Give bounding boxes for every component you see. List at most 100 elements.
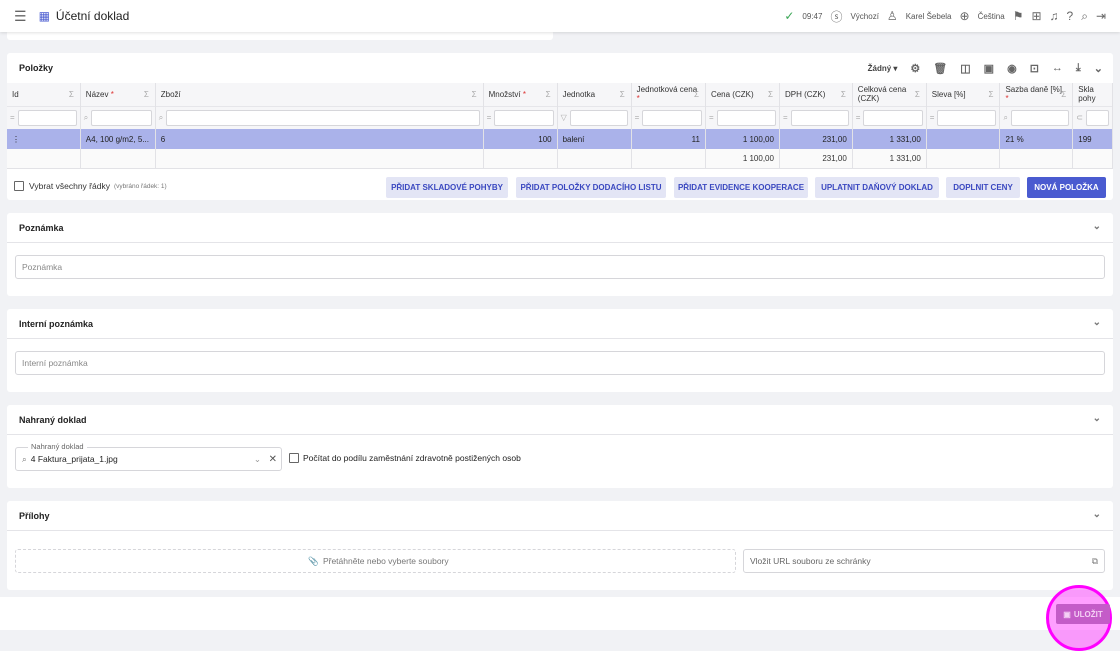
filter-icon[interactable]: = xyxy=(635,113,640,122)
bell-icon[interactable]: ♫ xyxy=(1050,9,1059,23)
sum-icon[interactable]: Σ xyxy=(915,90,920,99)
settings-icon[interactable]: ⚙ xyxy=(910,62,920,75)
filter-icon[interactable]: = xyxy=(487,113,492,122)
table-cell[interactable] xyxy=(926,129,1001,149)
table-cell[interactable]: 231,00 xyxy=(779,129,853,149)
filter-icon[interactable]: = xyxy=(930,113,935,122)
sum-icon[interactable]: Σ xyxy=(989,90,994,99)
filter-icon[interactable]: ⌕ xyxy=(84,113,88,123)
save-button[interactable]: ▣ ULOŽIT xyxy=(1056,604,1110,624)
column-header[interactable]: Skla pohy xyxy=(1072,83,1113,106)
sum-icon[interactable]: Σ xyxy=(546,90,551,99)
sum-icon[interactable]: Σ xyxy=(144,90,149,99)
column-filter-input[interactable] xyxy=(863,109,923,126)
column-filter-input[interactable] xyxy=(1085,109,1109,126)
download-icon[interactable]: ⤓ xyxy=(1076,62,1081,75)
table-cell[interactable]: 199 xyxy=(1072,129,1113,149)
column-filter-input[interactable] xyxy=(91,109,152,126)
table-cell[interactable]: 6 xyxy=(155,129,484,149)
column-filter-input[interactable] xyxy=(166,109,480,126)
table-cell[interactable]: A4, 100 g/m2, 5... xyxy=(80,129,156,149)
sum-icon[interactable]: Σ xyxy=(472,90,477,99)
eye-icon[interactable]: ◉ xyxy=(1007,62,1017,75)
new-item-button[interactable]: NOVÁ POLOŽKA xyxy=(1027,177,1106,198)
column-filter-input[interactable] xyxy=(569,109,628,126)
uploaded-document-select[interactable]: Nahraný doklad ⌕ 4 Faktura_prijata_1.jpg… xyxy=(15,442,282,471)
filter-icon[interactable]: = xyxy=(783,113,788,122)
column-filter-input[interactable] xyxy=(17,109,77,126)
sum-icon[interactable]: Σ xyxy=(69,90,74,99)
columns-icon[interactable]: ◫ xyxy=(960,62,970,75)
table-row[interactable]: ⋮ A4, 100 g/m2, 5... 6 100 balení 11 1 100,00 2… xyxy=(7,129,1113,149)
filter-icon[interactable]: = xyxy=(709,113,714,122)
delete-icon[interactable]: 🗑 xyxy=(933,62,947,75)
add-delivery-items-button[interactable]: PŘIDAT POLOŽKY DODACÍHO LISTU xyxy=(516,177,666,198)
fit-icon[interactable]: ⊡ xyxy=(1030,62,1039,75)
filter-icon[interactable]: ⌕ xyxy=(1003,113,1007,123)
filter-icon[interactable]: = xyxy=(10,113,15,122)
internal-note-input[interactable]: Interní poznámka xyxy=(15,351,1105,375)
sum-icon[interactable]: Σ xyxy=(1061,90,1066,99)
table-cell[interactable]: 1 331,00 xyxy=(852,129,927,149)
column-header[interactable]: Sazba daně [%] * Σ xyxy=(999,83,1074,106)
column-filter-input[interactable] xyxy=(642,109,702,126)
user-menu[interactable]: Karel Šebela xyxy=(906,12,952,21)
column-header[interactable]: Celková cena (CZK) Σ xyxy=(852,83,927,106)
chevron-down-icon[interactable]: ⌄ xyxy=(1093,413,1101,424)
filter-icon[interactable]: ⌕ xyxy=(159,113,163,123)
sum-icon[interactable]: Σ xyxy=(768,90,773,99)
filter-icon[interactable]: ⊂ xyxy=(1076,113,1083,122)
select-all-checkbox[interactable] xyxy=(14,181,24,191)
chevron-down-icon[interactable]: ⌄ xyxy=(1093,317,1101,328)
column-header[interactable]: Množství * Σ xyxy=(483,83,558,106)
table-cell[interactable]: ⋮ xyxy=(7,129,81,149)
sum-icon[interactable]: Σ xyxy=(620,90,625,99)
clear-icon[interactable]: ✕ xyxy=(269,454,277,465)
chevron-down-icon[interactable]: ⌄ xyxy=(1093,221,1101,232)
column-header[interactable]: Název * Σ xyxy=(80,83,156,106)
column-filter-input[interactable] xyxy=(494,109,554,126)
collapse-icon[interactable]: ⌄ xyxy=(1094,62,1103,75)
view-select[interactable]: Žádný ▾ xyxy=(868,64,898,73)
disabled-persons-checkbox[interactable] xyxy=(289,453,299,463)
column-header[interactable]: Jednotková cena * Σ xyxy=(631,83,706,106)
column-header[interactable]: Sleva [%] Σ xyxy=(926,83,1001,106)
table-cell[interactable]: 21 % xyxy=(999,129,1074,149)
filter-icon[interactable]: ▽ xyxy=(561,113,567,122)
column-header[interactable]: Id Σ xyxy=(7,83,81,106)
table-cell[interactable]: balení xyxy=(557,129,632,149)
column-filter-input[interactable] xyxy=(1010,109,1070,126)
column-header[interactable]: Zboží Σ xyxy=(155,83,484,106)
sum-icon[interactable]: Σ xyxy=(694,90,699,99)
gift-icon[interactable]: ⊞ xyxy=(1031,9,1041,23)
column-filter-input[interactable] xyxy=(790,109,849,126)
apply-tax-document-button[interactable]: UPLATNIT DAŇOVÝ DOKLAD xyxy=(815,177,939,198)
layout-icon[interactable]: ▣ xyxy=(984,62,994,75)
column-filter-input[interactable] xyxy=(937,109,997,126)
sum-icon[interactable]: Σ xyxy=(841,90,846,99)
table-cell[interactable]: 1 100,00 xyxy=(705,129,780,149)
add-cooperation-button[interactable]: PŘIDAT EVIDENCE KOOPERACE xyxy=(674,177,808,198)
menu-icon[interactable]: ☰ xyxy=(14,8,27,25)
table-cell[interactable]: 100 xyxy=(483,129,558,149)
fill-prices-button[interactable]: DOPLNIT CENY xyxy=(946,177,1020,198)
chevron-down-icon[interactable]: ⌄ xyxy=(1093,509,1101,520)
column-filter-input[interactable] xyxy=(716,109,776,126)
language-select[interactable]: Čeština xyxy=(978,12,1005,21)
filter-icon[interactable]: = xyxy=(856,113,861,122)
table-cell[interactable]: 11 xyxy=(631,129,706,149)
chevron-down-icon[interactable]: ⌄ xyxy=(254,454,261,465)
signpost-icon[interactable]: ⚑ xyxy=(1013,9,1024,23)
search-icon[interactable]: ⌕ xyxy=(1081,9,1088,24)
file-drop-zone[interactable]: 📎 Přetáhněte nebo vyberte soubory xyxy=(15,549,736,573)
help-icon[interactable]: ? xyxy=(1067,9,1074,23)
currency-select[interactable]: Výchozí xyxy=(850,12,878,21)
note-input[interactable]: Poznámka xyxy=(15,255,1105,279)
paste-icon[interactable]: ⧉ xyxy=(1092,556,1098,567)
column-header[interactable]: Jednotka Σ xyxy=(557,83,632,106)
column-header[interactable]: Cena (CZK) Σ xyxy=(705,83,780,106)
add-stock-moves-button[interactable]: PŘIDAT SKLADOVÉ POHYBY xyxy=(386,177,508,198)
column-header[interactable]: DPH (CZK) Σ xyxy=(779,83,853,106)
url-input[interactable]: Vložit URL souboru ze schránky ⧉ xyxy=(743,549,1105,573)
logout-icon[interactable]: ⇥ xyxy=(1096,9,1106,23)
